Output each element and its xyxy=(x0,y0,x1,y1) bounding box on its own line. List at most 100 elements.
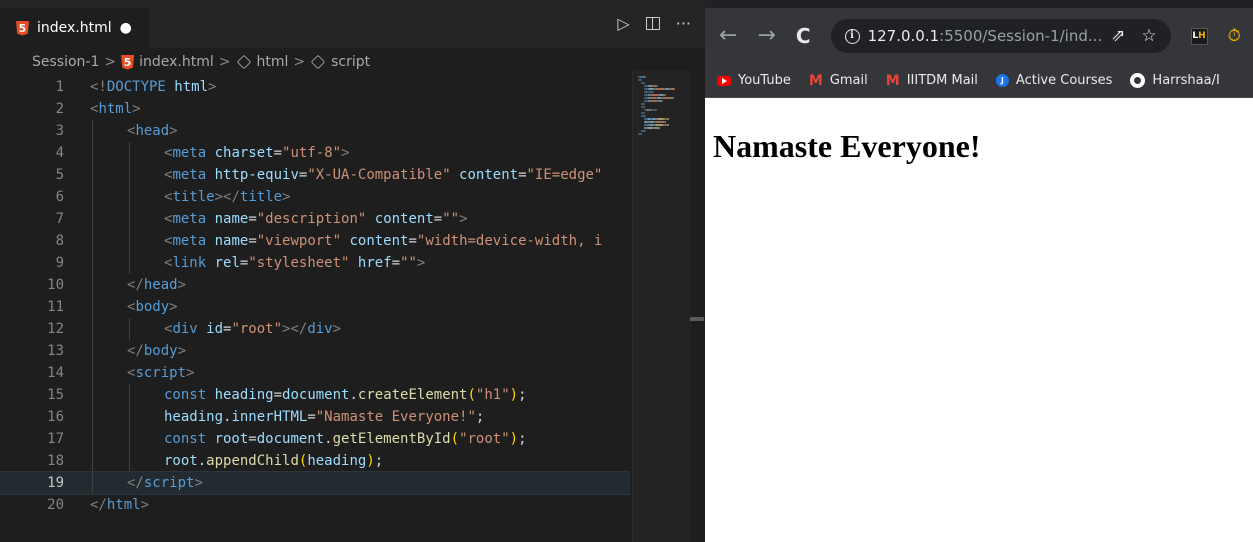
code-line[interactable]: 7 <meta name="description" content=""> xyxy=(0,208,630,230)
split-editor-icon[interactable] xyxy=(645,17,660,30)
code-token: = xyxy=(307,409,316,425)
indent-guide xyxy=(129,142,130,164)
vertical-scrollbar[interactable] xyxy=(689,70,704,542)
unsaved-dot-icon[interactable]: ● xyxy=(120,20,132,36)
code-line[interactable]: 8 <meta name="viewport" content="width=de… xyxy=(0,230,630,252)
code-line[interactable]: 18 root.appendChild(heading); xyxy=(0,450,630,472)
run-icon[interactable]: ▷ xyxy=(617,14,629,33)
minimap-line xyxy=(653,91,654,93)
indent-guide xyxy=(92,428,93,450)
browser-toolbar: ← → C i 127.0.0.1:5500/Session-1/ind... … xyxy=(705,8,1253,64)
more-actions-icon[interactable]: ··· xyxy=(676,14,691,33)
code-line[interactable]: 1 <!DOCTYPE html> xyxy=(0,76,630,98)
code-line[interactable]: 4 <meta charset="utf-8"> xyxy=(0,142,630,164)
chevron-right-icon: > xyxy=(218,54,231,70)
share-icon[interactable]: ⇗ xyxy=(1111,26,1125,46)
back-arrow-icon[interactable]: ← xyxy=(719,25,737,47)
indent-guide xyxy=(129,428,130,450)
code-line[interactable]: 15 const heading=document.createElement("… xyxy=(0,384,630,406)
line-number: 15 xyxy=(47,387,64,403)
code-line[interactable]: 17 const root=document.getElementById("ro… xyxy=(0,428,630,450)
indent-guide xyxy=(92,384,93,406)
minimap-viewport-slider[interactable] xyxy=(632,70,688,542)
code-line[interactable]: 5 <meta http-equiv="X-UA-Compatible" cont… xyxy=(0,164,630,186)
bookmark-iiitdm-mail[interactable]: M IIITDM Mail xyxy=(886,73,978,88)
code-token: ; xyxy=(374,453,384,469)
code-line[interactable]: 20 </html> xyxy=(0,494,630,516)
code-line[interactable]: 6 <title></title> xyxy=(0,186,630,208)
breadcrumb-folder[interactable]: Session-1 xyxy=(32,54,99,70)
code-token: body xyxy=(135,299,170,315)
timer-extension-icon[interactable]: ⏱ xyxy=(1228,26,1241,46)
code-line[interactable]: 16 heading.innerHTML="Namaste Everyone!"; xyxy=(0,406,630,428)
forward-arrow-icon[interactable]: → xyxy=(757,25,775,47)
bookmark-star-icon[interactable]: ☆ xyxy=(1141,26,1156,46)
bookmark-gmail[interactable]: M Gmail xyxy=(809,73,868,88)
code-token: = xyxy=(248,431,257,447)
code-token: charset xyxy=(214,145,274,161)
code-token: </ xyxy=(90,497,107,513)
code-token: > xyxy=(208,79,217,95)
code-token: . xyxy=(349,387,358,403)
code-line[interactable]: 10 </head> xyxy=(0,274,630,296)
browser-viewport: Namaste Everyone! xyxy=(705,98,1253,542)
code-token: > xyxy=(140,497,150,513)
editor-actions: ▷ ··· xyxy=(617,14,691,33)
code-token: href xyxy=(357,255,392,271)
code-token: "description" xyxy=(256,211,375,227)
code-text: <html> xyxy=(90,98,141,120)
code-line[interactable]: 11 <body> xyxy=(0,296,630,318)
code-text: const root=document.getElementById("root… xyxy=(164,428,527,450)
tab-filename: index.html xyxy=(37,20,112,36)
chevron-right-icon: > xyxy=(104,54,117,70)
code-token: name xyxy=(214,211,249,227)
indent-guide xyxy=(92,164,93,186)
bookmark-github[interactable]: Harrshaa/I xyxy=(1130,73,1220,88)
html5-file-icon: 5 xyxy=(121,54,135,70)
code-token: > xyxy=(186,365,195,381)
code-area[interactable]: 1 <!DOCTYPE html> 2 <html> 3 <head> 4 <meta cha… xyxy=(0,76,630,526)
breadcrumb-symbol-script[interactable]: script xyxy=(331,54,370,70)
minimap-line xyxy=(668,118,669,120)
code-text: </script> xyxy=(127,472,203,494)
reload-icon[interactable]: C xyxy=(796,26,811,46)
code-token: meta xyxy=(172,233,215,249)
code-token: "utf-8" xyxy=(282,145,342,161)
code-token: = xyxy=(433,211,443,227)
minimap[interactable] xyxy=(632,70,688,542)
code-line[interactable]: 12 <div id="root"></div> xyxy=(0,318,630,340)
code-line[interactable]: 14 <script> xyxy=(0,362,630,384)
code-line[interactable]: 19 </script> xyxy=(0,471,630,495)
editor-tab-index-html[interactable]: 5 index.html ● xyxy=(0,8,150,48)
address-bar[interactable]: i 127.0.0.1:5500/Session-1/ind... ⇗ ☆ xyxy=(830,19,1171,53)
line-number: 13 xyxy=(47,343,64,359)
code-line[interactable]: 2 <html> xyxy=(0,98,630,120)
minimap-line xyxy=(641,79,642,81)
scrollbar-thumb[interactable] xyxy=(690,317,704,321)
code-line[interactable]: 13 </body> xyxy=(0,340,630,362)
minimap-line xyxy=(662,100,663,102)
breadcrumb-file[interactable]: index.html xyxy=(139,54,214,70)
bookmark-youtube[interactable]: YouTube xyxy=(717,73,791,88)
code-token: = xyxy=(518,167,527,183)
indent-guide xyxy=(129,384,130,406)
code-token: "viewport" xyxy=(256,233,350,249)
code-line[interactable]: 9 <link rel="stylesheet" href=""> xyxy=(0,252,630,274)
code-token: "" xyxy=(400,255,417,271)
bookmark-active-courses[interactable]: J Active Courses xyxy=(995,73,1112,88)
lighthouse-extension-icon[interactable]: LH xyxy=(1190,27,1208,45)
code-text: <!DOCTYPE html> xyxy=(90,76,216,98)
github-icon xyxy=(1130,73,1146,88)
code-line[interactable]: 3 <head> xyxy=(0,120,630,142)
minimap-line xyxy=(644,103,645,105)
code-token: script xyxy=(135,365,187,381)
site-info-icon[interactable]: i xyxy=(844,28,860,44)
breadcrumb-symbol-html[interactable]: html xyxy=(257,54,289,70)
minimap-line xyxy=(670,88,675,90)
code-text: <meta name="viewport" content="width=dev… xyxy=(164,230,602,252)
code-text: <meta name="description" content=""> xyxy=(164,208,468,230)
code-token: . xyxy=(197,453,207,469)
minimap-line xyxy=(651,100,658,102)
indent-guide xyxy=(92,230,93,252)
indent-guide xyxy=(92,208,93,230)
